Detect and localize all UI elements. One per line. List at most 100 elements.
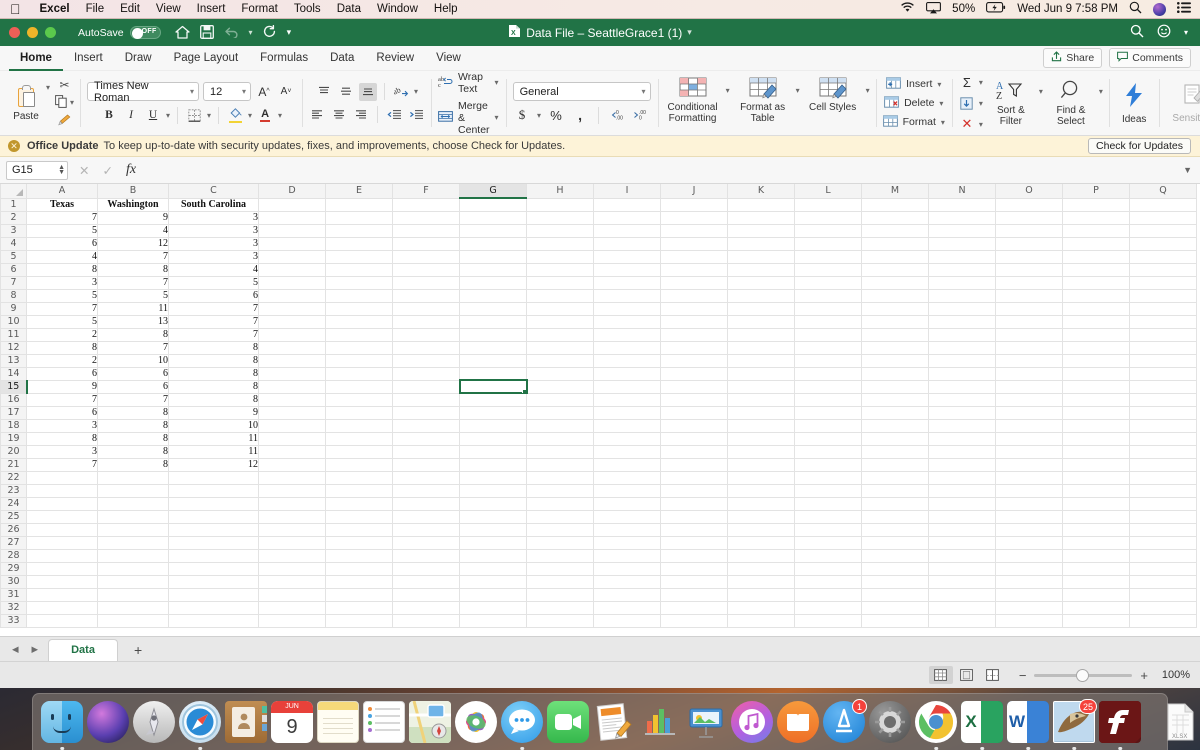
row-header-18[interactable]: 18 [0,418,27,433]
cell-b28[interactable] [97,549,169,563]
column-header-q[interactable]: Q [1129,184,1197,199]
cell-l29[interactable] [794,562,862,576]
cell-e19[interactable] [325,432,393,446]
tab-review[interactable]: Review [365,46,425,71]
cell-k19[interactable] [727,432,795,446]
cell-l23[interactable] [794,484,862,498]
cell-k7[interactable] [727,276,795,290]
cell-a6[interactable]: 8 [26,263,98,277]
cell-e13[interactable] [325,354,393,368]
cell-j2[interactable] [660,211,728,225]
cell-a28[interactable] [26,549,98,563]
cell-f28[interactable] [392,549,460,563]
cell-i10[interactable] [593,315,661,329]
save-icon[interactable] [199,24,214,41]
cell-e32[interactable] [325,601,393,615]
cell-f19[interactable] [392,432,460,446]
cell-e23[interactable] [325,484,393,498]
cell-a7[interactable]: 3 [26,276,98,290]
cell-n22[interactable] [928,471,996,485]
cell-g15[interactable] [458,379,528,394]
cell-m29[interactable] [861,562,929,576]
cell-q32[interactable] [1129,601,1197,615]
cell-k6[interactable] [727,263,795,277]
delete-cells-chevron-down-icon[interactable]: ▾ [939,99,943,108]
confirm-icon[interactable]: ✓ [102,163,112,178]
cell-f25[interactable] [392,510,460,524]
cell-f27[interactable] [392,536,460,550]
cell-o7[interactable] [995,276,1063,290]
cell-e24[interactable] [325,497,393,511]
cell-c29[interactable] [168,562,259,576]
cell-b25[interactable] [97,510,169,524]
cell-c9[interactable]: 7 [168,302,259,316]
cell-j21[interactable] [660,458,728,472]
cell-m18[interactable] [861,419,929,433]
increase-indent-icon[interactable] [407,106,425,124]
cell-e8[interactable] [325,289,393,303]
cell-g8[interactable] [459,289,527,303]
cell-k27[interactable] [727,536,795,550]
dock-item-launchpad[interactable] [132,700,176,744]
cell-j9[interactable] [660,302,728,316]
column-header-i[interactable]: I [593,184,661,199]
cell-q16[interactable] [1129,393,1197,407]
cell-f31[interactable] [392,588,460,602]
cell-j25[interactable] [660,510,728,524]
menu-item-tools[interactable]: Tools [286,3,329,15]
cell-c26[interactable] [168,523,259,537]
row-header-2[interactable]: 2 [0,210,27,225]
dock-item-contacts[interactable] [224,700,268,744]
cell-c17[interactable]: 9 [168,406,259,420]
cell-g28[interactable] [459,549,527,563]
autosum-button[interactable]: Σ [958,73,976,91]
borders-chevron-down-icon[interactable]: ▾ [207,111,211,120]
cell-f33[interactable] [392,614,460,628]
align-right-icon[interactable] [352,106,370,124]
cell-g19[interactable] [459,432,527,446]
cell-d15[interactable] [258,380,326,394]
close-icon[interactable]: ✕ [8,140,20,152]
cell-j27[interactable] [660,536,728,550]
cell-g6[interactable] [459,263,527,277]
cell-h24[interactable] [526,497,594,511]
cell-m1[interactable] [861,198,929,212]
cell-p28[interactable] [1062,549,1130,563]
cell-f6[interactable] [392,263,460,277]
cell-i33[interactable] [593,614,661,628]
cell-a32[interactable] [26,601,98,615]
cell-n33[interactable] [928,614,996,628]
cell-d25[interactable] [258,510,326,524]
cell-g18[interactable] [459,419,527,433]
cell-c11[interactable]: 7 [168,328,259,342]
tab-data[interactable]: Data [319,46,365,71]
row-header-32[interactable]: 32 [0,600,27,615]
cell-k24[interactable] [727,497,795,511]
cell-p11[interactable] [1062,328,1130,342]
cell-l2[interactable] [794,211,862,225]
cell-h32[interactable] [526,601,594,615]
format-cells-button[interactable]: Format ▾ [882,114,945,130]
cell-a16[interactable]: 7 [26,393,98,407]
cell-m8[interactable] [861,289,929,303]
cell-m4[interactable] [861,237,929,251]
fill-color-icon[interactable] [226,106,244,124]
cell-i5[interactable] [593,250,661,264]
cell-n15[interactable] [928,380,996,394]
cell-b13[interactable]: 10 [97,354,169,368]
cell-d22[interactable] [258,471,326,485]
cell-o14[interactable] [995,367,1063,381]
align-middle-icon[interactable] [337,83,355,101]
cell-c32[interactable] [168,601,259,615]
clear-icon[interactable]: ✕ [958,115,976,133]
insert-cells-chevron-down-icon[interactable]: ▾ [937,80,941,89]
cell-a30[interactable] [26,575,98,589]
cell-b6[interactable]: 8 [97,263,169,277]
cell-b9[interactable]: 11 [97,302,169,316]
cell-h21[interactable] [526,458,594,472]
previous-sheet-icon[interactable]: ◀ [12,644,19,655]
cell-d28[interactable] [258,549,326,563]
cell-i26[interactable] [593,523,661,537]
cell-e15[interactable] [325,380,393,394]
cell-q8[interactable] [1129,289,1197,303]
